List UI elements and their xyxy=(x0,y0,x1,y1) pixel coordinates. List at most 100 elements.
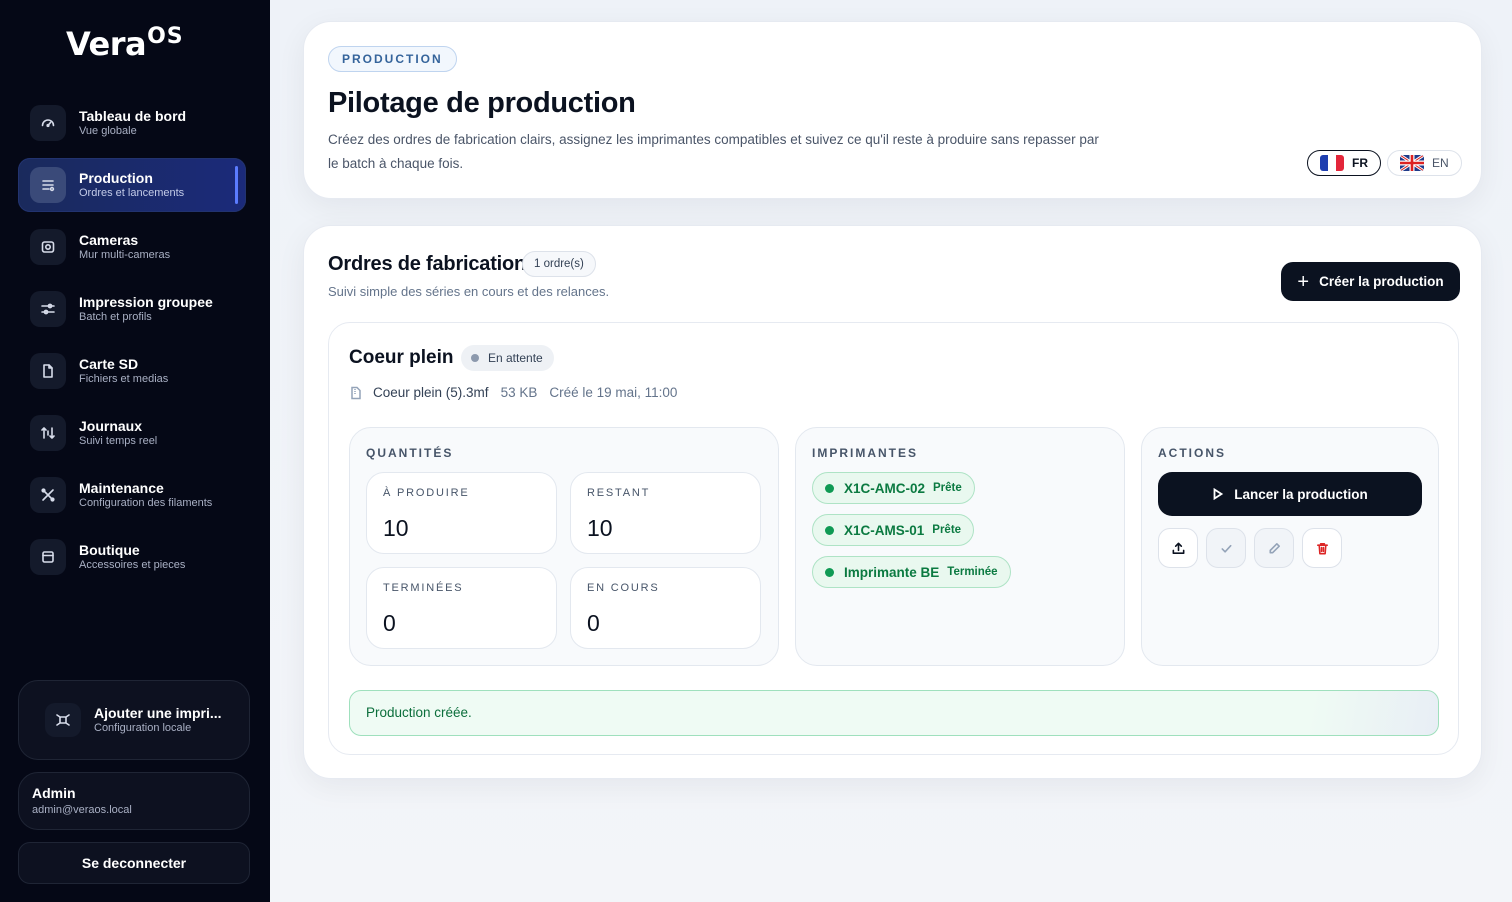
sidebar-item-logs[interactable]: Journaux Suivi temps reel xyxy=(18,406,246,460)
printers-title: IMPRIMANTES xyxy=(812,446,918,460)
actions-panel: ACTIONS Lancer la production xyxy=(1141,427,1439,666)
section-tag: PRODUCTION xyxy=(328,46,457,72)
list-icon xyxy=(30,167,66,203)
page-description: Créez des ordres de fabrication clairs, … xyxy=(328,132,1099,171)
sidebar-item-sub: Mur multi-cameras xyxy=(79,249,171,261)
sidebar-item-sub: Accessoires et pieces xyxy=(79,559,186,571)
sidebar-item-sub: Ordres et lancements xyxy=(79,187,185,199)
page-title: Pilotage de production xyxy=(328,87,636,119)
create-production-label: Créer la production xyxy=(1319,274,1444,289)
launch-production-label: Lancer la production xyxy=(1234,486,1368,502)
printer-name: X1C-AMS-01 xyxy=(844,522,925,538)
stat-in-progress: EN COURS 0 xyxy=(570,567,761,649)
stat-label: RESTANT xyxy=(587,487,651,499)
quantities-panel: QUANTITÉS À PRODUIRE 10 RESTANT 10 TERMI… xyxy=(349,427,779,666)
arrows-icon xyxy=(30,415,66,451)
sidebar-item-batch-print[interactable]: Impression groupee Batch et profils xyxy=(18,282,246,336)
orders-count-badge: 1 ordre(s) xyxy=(522,251,596,277)
validate-button[interactable] xyxy=(1206,528,1246,568)
stat-label: TERMINÉES xyxy=(383,582,464,594)
order-card: Coeur plein En attente Coeur plein (5).3… xyxy=(328,322,1459,755)
logout-button[interactable]: Se deconnecter xyxy=(18,842,250,884)
printer-state: Prête xyxy=(933,482,962,494)
status-dot-icon xyxy=(471,354,479,362)
file-archive-icon xyxy=(351,386,361,399)
sidebar: VeraOS Tableau de bord Vue globale Produ… xyxy=(0,0,270,902)
sidebar-item-label: Production xyxy=(79,170,153,186)
sidebar-item-label: Boutique xyxy=(79,542,140,558)
sidebar-item-sub: Fichiers et medias xyxy=(79,373,169,385)
dashboard-icon xyxy=(30,105,66,141)
account-email: admin@veraos.local xyxy=(32,804,132,816)
sliders-icon xyxy=(30,291,66,327)
printer-state: Prête xyxy=(932,524,962,536)
sidebar-item-label: Tableau de bord xyxy=(79,108,187,124)
language-code: FR xyxy=(1352,156,1368,170)
printer-network-icon xyxy=(45,703,81,737)
upload-icon xyxy=(1172,542,1184,554)
sidebar-item-cameras[interactable]: Cameras Mur multi-cameras xyxy=(18,220,246,274)
play-icon xyxy=(1213,488,1224,500)
delete-button[interactable] xyxy=(1302,528,1342,568)
stat-value: 10 xyxy=(383,515,409,541)
add-printer-sub: Configuration locale xyxy=(94,722,192,734)
stat-to-produce: À PRODUIRE 10 xyxy=(366,472,557,554)
orders-title: Ordres de fabrication xyxy=(328,253,527,275)
sidebar-item-sd-card[interactable]: Carte SD Fichiers et medias xyxy=(18,344,246,398)
sidebar-item-label: Cameras xyxy=(79,232,139,248)
stat-remaining: RESTANT 10 xyxy=(570,472,761,554)
sidebar-item-label: Impression groupee xyxy=(79,294,213,310)
create-production-button[interactable]: + Créer la production xyxy=(1281,262,1460,301)
stat-value: 0 xyxy=(587,610,600,636)
sidebar-item-maintenance[interactable]: Maintenance Configuration des filaments xyxy=(18,468,246,522)
plus-icon: + xyxy=(1297,270,1310,293)
printer-chip[interactable]: X1C-AMS-01 Prête xyxy=(812,514,975,546)
france-flag-icon xyxy=(1320,155,1344,171)
sidebar-item-sub: Configuration des filaments xyxy=(79,497,213,509)
printer-state: Terminée xyxy=(947,566,998,578)
stat-done: TERMINÉES 0 xyxy=(366,567,557,649)
stat-label: EN COURS xyxy=(587,582,660,594)
edit-button[interactable] xyxy=(1254,528,1294,568)
add-printer-label: Ajouter une impri... xyxy=(94,705,222,721)
account-card[interactable]: Admin admin@veraos.local xyxy=(18,772,250,830)
sidebar-item-shop[interactable]: Boutique Accessoires et pieces xyxy=(18,530,246,584)
file-name: Coeur plein (5).3mf xyxy=(373,385,489,400)
page-header-card: PRODUCTION Pilotage de production Créez … xyxy=(303,21,1482,199)
sidebar-item-label: Journaux xyxy=(79,418,143,434)
printer-chip[interactable]: Imprimante BE Terminée xyxy=(812,556,1011,588)
stat-value: 10 xyxy=(587,515,613,541)
sidebar-item-production[interactable]: Production Ordres et lancements xyxy=(18,158,246,212)
status-dot-icon xyxy=(825,525,834,535)
upload-button[interactable] xyxy=(1158,528,1198,568)
language-fr-button[interactable]: FR xyxy=(1307,150,1381,176)
tools-icon xyxy=(30,477,66,513)
sidebar-item-sub: Batch et profils xyxy=(79,311,152,323)
success-toast: Production créée. xyxy=(349,690,1439,736)
printers-panel: IMPRIMANTES X1C-AMC-02 Prête X1C-AMS-01 … xyxy=(795,427,1125,666)
shop-icon xyxy=(30,539,66,575)
camera-icon xyxy=(30,229,66,265)
file-icon xyxy=(30,353,66,389)
printer-chip[interactable]: X1C-AMC-02 Prête xyxy=(812,472,975,504)
sidebar-nav: Tableau de bord Vue globale Production O… xyxy=(18,96,246,592)
launch-production-button[interactable]: Lancer la production xyxy=(1158,472,1422,516)
created-date: Créé le 19 mai, 11:00 xyxy=(549,385,678,400)
edit-icon xyxy=(1268,542,1280,554)
sidebar-item-label: Maintenance xyxy=(79,480,164,496)
language-en-button[interactable]: EN xyxy=(1387,150,1462,176)
uk-flag-icon xyxy=(1400,155,1424,171)
sidebar-item-dashboard[interactable]: Tableau de bord Vue globale xyxy=(18,96,246,150)
quantities-title: QUANTITÉS xyxy=(366,446,454,460)
order-file-info: Coeur plein (5).3mf 53 KB Créé le 19 mai… xyxy=(349,385,677,400)
sidebar-item-sub: Vue globale xyxy=(79,125,137,137)
account-name: Admin xyxy=(32,785,76,801)
app-logo[interactable]: VeraOS xyxy=(66,24,184,63)
add-printer-button[interactable]: Ajouter une impri... Configuration local… xyxy=(18,680,250,760)
language-code: EN xyxy=(1432,156,1449,170)
stat-label: À PRODUIRE xyxy=(383,487,470,499)
printer-name: Imprimante BE xyxy=(844,564,940,580)
order-name: Coeur plein xyxy=(349,347,454,368)
sidebar-item-label: Carte SD xyxy=(79,356,139,372)
stat-value: 0 xyxy=(383,610,396,636)
